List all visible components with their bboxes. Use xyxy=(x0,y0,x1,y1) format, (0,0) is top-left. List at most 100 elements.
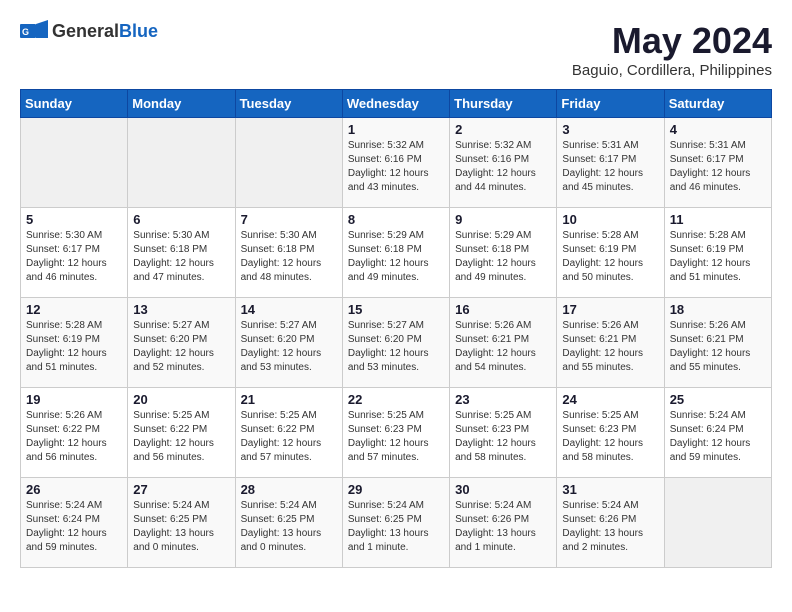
calendar-cell: 6Sunrise: 5:30 AM Sunset: 6:18 PM Daylig… xyxy=(128,208,235,298)
day-info: Sunrise: 5:25 AM Sunset: 6:22 PM Dayligh… xyxy=(241,409,337,465)
day-info: Sunrise: 5:25 AM Sunset: 6:22 PM Dayligh… xyxy=(133,409,229,465)
day-info: Sunrise: 5:31 AM Sunset: 6:17 PM Dayligh… xyxy=(562,139,658,195)
day-info: Sunrise: 5:28 AM Sunset: 6:19 PM Dayligh… xyxy=(562,229,658,285)
calendar-cell xyxy=(21,118,128,208)
calendar-cell: 23 Sunrise: 5:25 AM Sunset: 6:23 PM Dayli… xyxy=(450,388,557,478)
calendar-cell: 3 Sunrise: 5:31 AM Sunset: 6:17 PM Daylig… xyxy=(557,118,664,208)
day-number: 3 xyxy=(562,122,658,137)
day-number: 20 xyxy=(133,392,229,407)
day-info: Sunrise: 5:24 AM Sunset: 6:25 PM Dayligh… xyxy=(133,499,229,555)
logo-general-text: General xyxy=(52,21,119,41)
day-number: 23 xyxy=(455,392,551,407)
day-number: 2 xyxy=(455,122,551,137)
week-row-4: 19Sunrise: 5:26 AM Sunset: 6:22 PM Dayli… xyxy=(21,388,772,478)
day-number: 19 xyxy=(26,392,122,407)
logo-icon: G xyxy=(20,20,48,42)
header: G GeneralBlue May 2024 Baguio, Cordiller… xyxy=(20,20,772,79)
day-info: Sunrise: 5:32 AM Sunset: 6:16 PM Dayligh… xyxy=(348,139,444,195)
day-number: 4 xyxy=(670,122,766,137)
calendar-cell: 27 Sunrise: 5:24 AM Sunset: 6:25 PM Dayli… xyxy=(128,478,235,568)
day-info: Sunrise: 5:28 AM Sunset: 6:19 PM Dayligh… xyxy=(26,319,122,375)
day-info: Sunrise: 5:25 AM Sunset: 6:23 PM Dayligh… xyxy=(562,409,658,465)
col-header-wednesday: Wednesday xyxy=(342,90,449,118)
day-number: 22 xyxy=(348,392,444,407)
calendar-cell: 20 Sunrise: 5:25 AM Sunset: 6:22 PM Dayli… xyxy=(128,388,235,478)
header-row: SundayMondayTuesdayWednesdayThursdayFrid… xyxy=(21,90,772,118)
day-number: 30 xyxy=(455,482,551,497)
day-number: 25 xyxy=(670,392,766,407)
day-number: 16 xyxy=(455,302,551,317)
logo: G GeneralBlue xyxy=(20,20,158,42)
day-info: Sunrise: 5:25 AM Sunset: 6:23 PM Dayligh… xyxy=(455,409,551,465)
day-info: Sunrise: 5:27 AM Sunset: 6:20 PM Dayligh… xyxy=(241,319,337,375)
calendar-cell: 29Sunrise: 5:24 AM Sunset: 6:25 PM Dayli… xyxy=(342,478,449,568)
day-info: Sunrise: 5:25 AM Sunset: 6:23 PM Dayligh… xyxy=(348,409,444,465)
col-header-saturday: Saturday xyxy=(664,90,771,118)
day-info: Sunrise: 5:24 AM Sunset: 6:26 PM Dayligh… xyxy=(455,499,551,555)
calendar-cell: 14Sunrise: 5:27 AM Sunset: 6:20 PM Dayli… xyxy=(235,298,342,388)
calendar-cell: 12 Sunrise: 5:28 AM Sunset: 6:19 PM Dayli… xyxy=(21,298,128,388)
svg-text:G: G xyxy=(22,27,29,37)
calendar-cell: 26 Sunrise: 5:24 AM Sunset: 6:24 PM Dayli… xyxy=(21,478,128,568)
col-header-sunday: Sunday xyxy=(21,90,128,118)
calendar-cell: 5Sunrise: 5:30 AM Sunset: 6:17 PM Daylig… xyxy=(21,208,128,298)
day-number: 15 xyxy=(348,302,444,317)
calendar-cell: 7 Sunrise: 5:30 AM Sunset: 6:18 PM Daylig… xyxy=(235,208,342,298)
day-number: 6 xyxy=(133,212,229,227)
month-title: May 2024 xyxy=(572,20,772,62)
calendar-cell xyxy=(128,118,235,208)
calendar-cell: 1 Sunrise: 5:32 AM Sunset: 6:16 PM Daylig… xyxy=(342,118,449,208)
week-row-5: 26 Sunrise: 5:24 AM Sunset: 6:24 PM Dayli… xyxy=(21,478,772,568)
day-number: 8 xyxy=(348,212,444,227)
title-area: May 2024 Baguio, Cordillera, Philippines xyxy=(572,20,772,79)
day-number: 21 xyxy=(241,392,337,407)
day-number: 17 xyxy=(562,302,658,317)
day-number: 13 xyxy=(133,302,229,317)
calendar-cell: 2Sunrise: 5:32 AM Sunset: 6:16 PM Daylig… xyxy=(450,118,557,208)
calendar-cell: 24 Sunrise: 5:25 AM Sunset: 6:23 PM Dayli… xyxy=(557,388,664,478)
day-number: 11 xyxy=(670,212,766,227)
location-subtitle: Baguio, Cordillera, Philippines xyxy=(572,62,772,79)
calendar-cell xyxy=(235,118,342,208)
day-info: Sunrise: 5:24 AM Sunset: 6:25 PM Dayligh… xyxy=(348,499,444,555)
calendar-cell: 28Sunrise: 5:24 AM Sunset: 6:25 PM Dayli… xyxy=(235,478,342,568)
day-number: 27 xyxy=(133,482,229,497)
calendar-cell: 19Sunrise: 5:26 AM Sunset: 6:22 PM Dayli… xyxy=(21,388,128,478)
day-info: Sunrise: 5:30 AM Sunset: 6:18 PM Dayligh… xyxy=(241,229,337,285)
day-number: 10 xyxy=(562,212,658,227)
calendar-cell: 11 Sunrise: 5:28 AM Sunset: 6:19 PM Dayli… xyxy=(664,208,771,298)
col-header-tuesday: Tuesday xyxy=(235,90,342,118)
calendar-cell: 25Sunrise: 5:24 AM Sunset: 6:24 PM Dayli… xyxy=(664,388,771,478)
calendar-cell: 8 Sunrise: 5:29 AM Sunset: 6:18 PM Daylig… xyxy=(342,208,449,298)
week-row-2: 5Sunrise: 5:30 AM Sunset: 6:17 PM Daylig… xyxy=(21,208,772,298)
calendar-cell: 9Sunrise: 5:29 AM Sunset: 6:18 PM Daylig… xyxy=(450,208,557,298)
day-info: Sunrise: 5:28 AM Sunset: 6:19 PM Dayligh… xyxy=(670,229,766,285)
day-number: 7 xyxy=(241,212,337,227)
day-number: 24 xyxy=(562,392,658,407)
day-number: 12 xyxy=(26,302,122,317)
day-number: 1 xyxy=(348,122,444,137)
calendar-cell: 21 Sunrise: 5:25 AM Sunset: 6:22 PM Dayli… xyxy=(235,388,342,478)
day-number: 5 xyxy=(26,212,122,227)
day-info: Sunrise: 5:24 AM Sunset: 6:24 PM Dayligh… xyxy=(26,499,122,555)
calendar-cell: 15 Sunrise: 5:27 AM Sunset: 6:20 PM Dayli… xyxy=(342,298,449,388)
day-info: Sunrise: 5:26 AM Sunset: 6:21 PM Dayligh… xyxy=(455,319,551,375)
day-info: Sunrise: 5:29 AM Sunset: 6:18 PM Dayligh… xyxy=(348,229,444,285)
calendar-cell: 30 Sunrise: 5:24 AM Sunset: 6:26 PM Dayli… xyxy=(450,478,557,568)
calendar-cell: 13 Sunrise: 5:27 AM Sunset: 6:20 PM Dayli… xyxy=(128,298,235,388)
logo-blue-text: Blue xyxy=(119,21,158,41)
day-info: Sunrise: 5:27 AM Sunset: 6:20 PM Dayligh… xyxy=(133,319,229,375)
col-header-monday: Monday xyxy=(128,90,235,118)
day-number: 26 xyxy=(26,482,122,497)
day-number: 31 xyxy=(562,482,658,497)
week-row-1: 1 Sunrise: 5:32 AM Sunset: 6:16 PM Daylig… xyxy=(21,118,772,208)
calendar-cell: 4 Sunrise: 5:31 AM Sunset: 6:17 PM Daylig… xyxy=(664,118,771,208)
day-number: 28 xyxy=(241,482,337,497)
day-number: 18 xyxy=(670,302,766,317)
day-info: Sunrise: 5:27 AM Sunset: 6:20 PM Dayligh… xyxy=(348,319,444,375)
day-info: Sunrise: 5:24 AM Sunset: 6:26 PM Dayligh… xyxy=(562,499,658,555)
day-info: Sunrise: 5:31 AM Sunset: 6:17 PM Dayligh… xyxy=(670,139,766,195)
calendar-cell: 31 Sunrise: 5:24 AM Sunset: 6:26 PM Dayli… xyxy=(557,478,664,568)
calendar-cell: 10 Sunrise: 5:28 AM Sunset: 6:19 PM Dayli… xyxy=(557,208,664,298)
col-header-friday: Friday xyxy=(557,90,664,118)
